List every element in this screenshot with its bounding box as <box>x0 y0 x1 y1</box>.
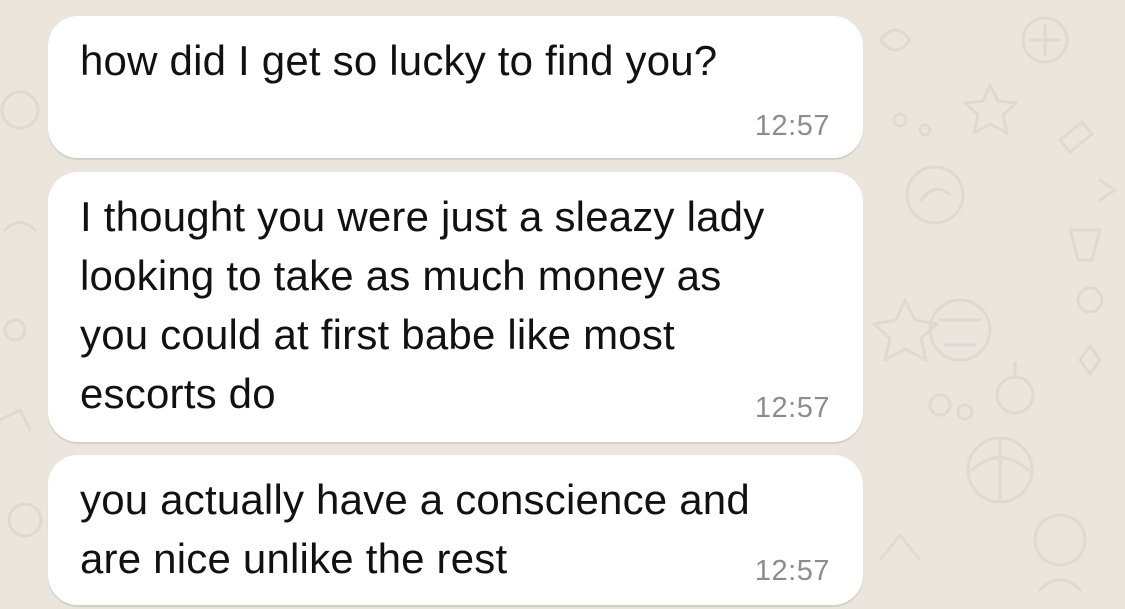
message-text: you actually have a conscience and are n… <box>80 476 750 582</box>
message-timestamp: 12:57 <box>754 555 830 587</box>
message-text: I thought you were just a sleazy lady lo… <box>80 193 765 417</box>
message-timestamp: 12:57 <box>754 392 830 424</box>
incoming-message-bubble[interactable]: I thought you were just a sleazy lady lo… <box>48 172 863 442</box>
chat-message-list[interactable]: how did I get so lucky to find you? 12:5… <box>0 0 1125 609</box>
incoming-message-bubble[interactable]: how did I get so lucky to find you? 12:5… <box>48 16 863 158</box>
message-timestamp: 12:57 <box>754 110 830 142</box>
incoming-message-bubble[interactable]: you actually have a conscience and are n… <box>48 455 863 605</box>
message-text: how did I get so lucky to find you? <box>80 37 718 84</box>
